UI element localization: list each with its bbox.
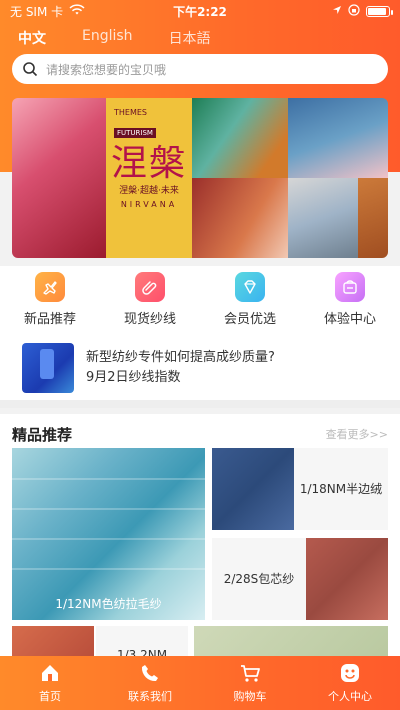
nav-home[interactable]: 首页	[0, 662, 100, 704]
product-label: 1/18NM半边绒	[299, 482, 383, 496]
banner-tagline: 涅槃·超越·未来	[119, 186, 179, 196]
cart-box-icon	[335, 272, 365, 302]
search-icon	[22, 61, 38, 77]
view-more-link[interactable]: 查看更多>>	[326, 426, 388, 442]
banner-futurism: FUTURISM	[114, 128, 156, 138]
category-label: 新品推荐	[23, 312, 76, 327]
banner-image-silk	[192, 98, 288, 178]
home-icon	[39, 662, 61, 684]
category-experience-center[interactable]: 体验中心	[305, 266, 395, 336]
phone-icon	[139, 662, 161, 684]
status-bar: 无 SIM 卡 下午2:22	[0, 0, 400, 22]
orientation-lock-icon	[348, 3, 360, 19]
nav-label: 个人中心	[328, 690, 372, 703]
category-new-products[interactable]: 新品推荐	[5, 266, 95, 336]
location-icon	[332, 4, 342, 18]
search-input[interactable]: 请搜索您想要的宝贝哦	[46, 61, 166, 78]
bottom-nav: 首页 联系我们 购物车 个人中心	[0, 656, 400, 710]
paperclip-icon	[135, 272, 165, 302]
search-bar[interactable]: 请搜索您想要的宝贝哦	[12, 54, 388, 84]
category-member-select[interactable]: 会员优选	[205, 266, 295, 336]
product-label: 2/28S包芯纱	[223, 572, 295, 586]
category-row: 新品推荐 现货纱线 会员优选 体验中心	[0, 266, 400, 336]
carrier: 无 SIM 卡	[10, 4, 64, 19]
nav-label: 首页	[39, 690, 61, 703]
product-image	[306, 538, 388, 620]
product-card[interactable]: 1/18NM半边绒	[212, 448, 388, 530]
banner-image-sky	[288, 98, 388, 178]
cart-icon	[239, 662, 261, 684]
news-item[interactable]: 新型纺纱专件如何提高成纱质量? 9月2日纱线指数	[0, 336, 400, 400]
product-card-featured[interactable]: 1/12NM色纺拉毛纱	[12, 448, 205, 620]
banner-image-fashion	[12, 98, 106, 258]
banner-image-rock	[358, 178, 388, 258]
section-title: 精品推荐	[12, 426, 73, 444]
tab-english[interactable]: English	[82, 28, 133, 48]
product-card[interactable]: 2/28S包芯纱	[212, 538, 388, 620]
category-label: 会员优选	[223, 312, 276, 327]
banner-themes: THEMES	[114, 108, 147, 117]
tab-japanese[interactable]: 日本語	[169, 28, 211, 48]
airplane-icon	[35, 272, 65, 302]
category-yarn-stock[interactable]: 现货纱线	[105, 266, 195, 336]
recommend-section: 精品推荐 查看更多>> 1/12NM色纺拉毛纱 1/18NM半边绒 2/28S包…	[0, 414, 400, 664]
nav-label: 购物车	[233, 690, 267, 703]
product-image	[212, 448, 294, 530]
banner-title: 涅槃	[110, 143, 187, 184]
nav-cart[interactable]: 购物车	[200, 662, 300, 704]
nav-profile[interactable]: 个人中心	[300, 662, 400, 704]
banner-image-fabric	[192, 178, 288, 258]
news-subline: 9月2日纱线指数	[86, 370, 181, 385]
divider	[0, 400, 400, 408]
banner-subtitle: NIRVANA	[120, 200, 178, 209]
news-thumbnail	[22, 343, 74, 393]
promo-banner[interactable]: THEMES FUTURISM 涅槃 涅槃·超越·未来 NIRVANA	[12, 98, 388, 258]
language-tabs: 中文 English 日本語	[18, 28, 211, 48]
diamond-icon	[235, 272, 265, 302]
banner-image-nirvana: THEMES FUTURISM 涅槃 涅槃·超越·未来 NIRVANA	[106, 98, 192, 258]
tab-chinese[interactable]: 中文	[18, 28, 46, 48]
news-headline: 新型纺纱专件如何提高成纱质量?	[86, 350, 275, 365]
nav-label: 联系我们	[128, 690, 172, 703]
battery-icon	[366, 5, 393, 17]
category-label: 体验中心	[323, 312, 376, 327]
smile-icon	[339, 662, 361, 684]
banner-image-mushroom	[288, 178, 358, 258]
nav-contact[interactable]: 联系我们	[100, 662, 200, 704]
product-label: 1/12NM色纺拉毛纱	[55, 597, 162, 611]
wifi-icon	[69, 3, 85, 19]
category-label: 现货纱线	[123, 312, 176, 327]
